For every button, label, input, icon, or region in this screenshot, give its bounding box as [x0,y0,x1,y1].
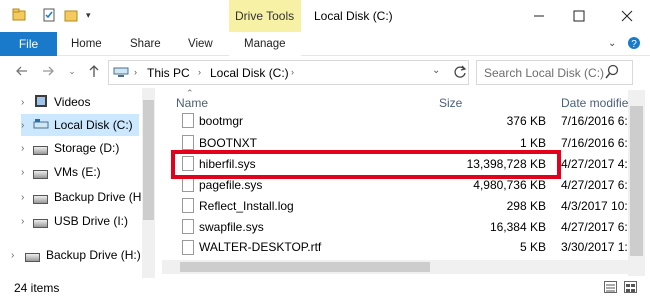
tab-view[interactable]: View [188,38,213,50]
videos-folder-icon [34,94,48,108]
search-placeholder: Search Local Disk (C:) [484,66,605,80]
tab-home[interactable]: Home [71,38,102,50]
drive-icon [25,253,40,262]
sidebar-item-local-disk-c[interactable]: Local Disk (C:) [54,118,133,132]
sidebar-item-usb-drive-i[interactable]: USB Drive (I:) [54,214,128,228]
sidebar-item-videos[interactable]: Videos [54,95,90,109]
large-icons-view-icon[interactable] [624,281,637,293]
nav-expand-chevron-icon[interactable]: › [21,143,24,154]
properties-icon[interactable] [42,8,56,22]
file-size: 376 KB [506,114,546,128]
file-date: 4/3/2017 10:1 [561,199,635,213]
nav-expand-chevron-icon[interactable]: › [21,192,24,203]
help-icon[interactable]: ? [627,36,641,50]
text-file-icon [182,198,194,213]
system-file-icon [182,177,194,192]
tab-share[interactable]: Share [130,38,161,50]
file-name-reflect-install-log[interactable]: Reflect_Install.log [199,199,294,213]
file-size: 1 KB [519,136,546,150]
sidebar-item-vms-e[interactable]: VMs (E:) [54,165,101,179]
file-size: 4,980,736 KB [473,178,546,192]
nav-expand-chevron-icon[interactable]: › [21,216,24,227]
svg-text:?: ? [631,39,637,50]
file-name-walter-desktop-rtf[interactable]: WALTER-DESKTOP.rtf [199,240,321,254]
tab-manage[interactable]: Manage [244,38,286,50]
sidebar-item-storage-d[interactable]: Storage (D:) [54,141,119,155]
local-disk-drive-icon [33,118,49,130]
drive-tools-context-label: Drive Tools [235,9,295,23]
system-file-icon [182,113,194,128]
column-header-date[interactable]: Date modifie [561,96,628,110]
nav-expand-chevron-icon[interactable]: › [11,250,14,261]
nav-expand-chevron-icon[interactable]: › [21,167,24,178]
drive-icon [33,195,48,204]
back-arrow-icon[interactable] [14,63,30,79]
file-size: 16,384 KB [489,220,546,234]
nav-expand-chevron-icon[interactable]: › [21,97,24,108]
highlight-box [171,150,561,179]
breadcrumb-separator-icon: › [291,67,294,77]
column-header-size[interactable]: Size [439,96,462,110]
file-date: 3/30/2017 1: [561,240,628,254]
breadcrumb-local-disk[interactable]: Local Disk (C:) [210,66,289,80]
refresh-icon[interactable] [452,64,468,80]
system-file-icon [182,219,194,234]
file-name-bootmgr[interactable]: bootmgr [199,114,243,128]
file-date: 4/27/2017 4:3 [561,157,635,171]
file-name-bootnxt[interactable]: BOOTNXT [199,136,257,150]
sidebar-item-backup-drive-h-root[interactable]: Backup Drive (H:) [46,248,141,262]
details-view-icon[interactable] [604,281,617,293]
search-icon[interactable] [604,64,620,80]
minimize-button[interactable] [529,6,549,26]
this-pc-icon [113,66,131,78]
close-button[interactable] [617,6,637,26]
up-arrow-icon[interactable] [86,63,102,79]
file-size: 5 KB [519,240,546,254]
drive-icon [33,219,48,228]
file-date: 7/16/2016 6:4 [561,136,635,150]
expand-ribbon-chevron-icon[interactable]: ⌄ [608,38,616,49]
nav-expand-chevron-icon[interactable]: › [21,120,24,131]
nav-scrollbar-thumb[interactable] [143,100,154,220]
content-vertical-scrollbar-thumb[interactable] [630,106,643,256]
file-name-swapfile[interactable]: swapfile.sys [199,220,264,234]
breadcrumb-separator-icon: › [134,67,137,77]
drive-icon [33,170,48,179]
file-date: 4/27/2017 6:0 [561,220,635,234]
content-horizontal-scrollbar-thumb[interactable] [180,262,430,272]
breadcrumb-separator-icon: › [198,67,201,77]
rtf-file-icon [182,240,194,255]
column-header-name[interactable]: Name [176,96,208,110]
address-history-chevron-icon[interactable]: ⌄ [432,65,440,76]
explorer-icon [12,8,26,22]
file-size: 298 KB [506,199,546,213]
status-bar [0,278,650,295]
sidebar-item-backup-drive-h[interactable]: Backup Drive (H [54,190,141,204]
file-date: 4/27/2017 6:0 [561,178,635,192]
recent-locations-chevron-icon[interactable]: ⌄ [64,63,80,79]
file-name-pagefile[interactable]: pagefile.sys [199,178,262,192]
system-file-icon [182,135,194,150]
maximize-button[interactable] [569,6,589,26]
file-date: 7/16/2016 6:4 [561,114,635,128]
new-folder-icon[interactable] [64,8,78,22]
item-count: 24 items [14,281,60,295]
customize-toolbar-chevron-icon[interactable]: ▾ [86,8,100,22]
window-title: Local Disk (C:) [314,9,393,23]
drive-icon [33,146,48,155]
breadcrumb-this-pc[interactable]: This PC [147,66,190,80]
tab-file[interactable]: File [0,32,57,56]
forward-arrow-icon[interactable] [40,63,56,79]
